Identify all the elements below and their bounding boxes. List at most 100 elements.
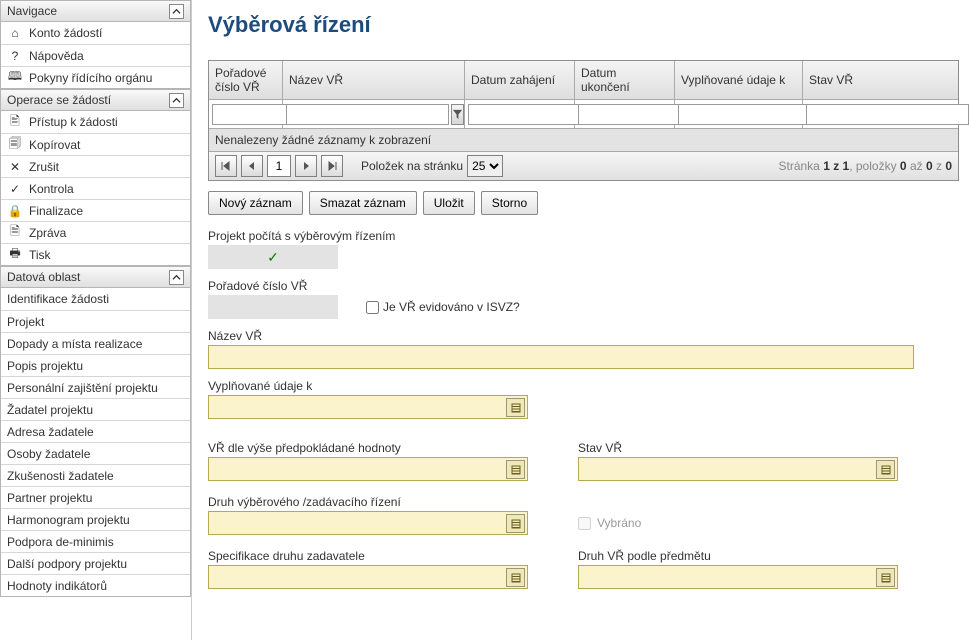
- collapse-icon[interactable]: [169, 4, 184, 19]
- save-button[interactable]: Uložit: [423, 191, 475, 215]
- type-input[interactable]: [208, 511, 528, 535]
- nav-item[interactable]: Žadatel projektu: [1, 398, 190, 420]
- filter-state[interactable]: [806, 104, 969, 125]
- nav-item[interactable]: 🖶 Tisk: [1, 243, 190, 265]
- nav-item[interactable]: ✕ Zrušit: [1, 155, 190, 177]
- nav-item-label: Hodnoty indikátorů: [7, 579, 107, 593]
- nav-item[interactable]: Projekt: [1, 310, 190, 332]
- nav-item[interactable]: Harmonogram projektu: [1, 508, 190, 530]
- nav-item-icon: ✕: [7, 160, 23, 174]
- col-header-seq[interactable]: Pořadové číslo VŘ: [209, 61, 283, 99]
- height-label: VŘ dle výše předpokládané hodnoty: [208, 441, 528, 455]
- subject-label: Druh VŘ podle předmětu: [578, 549, 898, 563]
- nav-item[interactable]: Identifikace žádosti: [1, 288, 190, 310]
- new-record-button[interactable]: Nový záznam: [208, 191, 303, 215]
- nav-item-icon: 🖶: [7, 244, 23, 265]
- filter-name[interactable]: [286, 104, 449, 125]
- page-title: Výběrová řízení: [208, 12, 959, 38]
- height-input[interactable]: [208, 457, 528, 481]
- pager-info: Stránka 1 z 1, položky 0 až 0 z 0: [779, 159, 953, 173]
- isvz-checkbox[interactable]: [366, 301, 379, 314]
- pager-per-page-label: Položek na stránku: [361, 159, 463, 173]
- subject-input[interactable]: [578, 565, 898, 589]
- subject-picker-icon[interactable]: [876, 568, 895, 587]
- isvz-checkbox-wrapper[interactable]: Je VŘ evidováno v ISVZ?: [366, 300, 520, 314]
- filter-btn-name[interactable]: [451, 104, 464, 125]
- nav-item[interactable]: Popis projektu: [1, 354, 190, 376]
- nav-group-list: Identifikace žádosti Projekt Dopady a míst…: [0, 288, 191, 597]
- pager-last[interactable]: [321, 155, 343, 177]
- pager-prev[interactable]: [241, 155, 263, 177]
- nav-item[interactable]: ⌂ Konto žádostí: [1, 22, 190, 44]
- type-picker-icon[interactable]: [506, 514, 525, 533]
- nav-item-label: Přístup k žádosti: [29, 115, 118, 129]
- cancel-button[interactable]: Storno: [481, 191, 538, 215]
- state-input[interactable]: [578, 457, 898, 481]
- data-picker-icon[interactable]: [506, 398, 525, 417]
- nav-item-label: Adresa žadatele: [7, 425, 94, 439]
- nav-item-label: Zrušit: [29, 160, 59, 174]
- name-input[interactable]: [208, 345, 914, 369]
- selected-checkbox: [578, 517, 591, 530]
- nav-group-header[interactable]: Operace se žádostí: [0, 89, 191, 111]
- nav-item[interactable]: 🖹 Přístup k žádosti: [1, 111, 190, 133]
- collapse-icon[interactable]: [169, 93, 184, 108]
- spec-picker-icon[interactable]: [506, 568, 525, 587]
- col-header-start[interactable]: Datum zahájení: [465, 61, 575, 99]
- nav-item-icon: 🖹: [7, 112, 23, 133]
- nav-item-label: Projekt: [7, 315, 44, 329]
- height-picker-icon[interactable]: [506, 460, 525, 479]
- nav-item[interactable]: 🗐Kopírovat: [1, 133, 190, 155]
- proc-value: ✓: [208, 245, 338, 269]
- nav-item[interactable]: Hodnoty indikátorů: [1, 574, 190, 596]
- grid-empty-text: Nenalezeny žádné záznamy k zobrazení: [209, 129, 958, 152]
- pager-page-input[interactable]: [267, 155, 291, 177]
- nav-item-icon: ⌂: [7, 26, 23, 40]
- data-label: Vyplňované údaje k: [208, 379, 959, 393]
- nav-item-label: Zkušenosti žadatele: [7, 469, 114, 483]
- nav-item-label: Konto žádostí: [29, 26, 102, 40]
- nav-item[interactable]: ✓Kontrola: [1, 177, 190, 199]
- data-input[interactable]: [208, 395, 528, 419]
- nav-item[interactable]: Zkušenosti žadatele: [1, 464, 190, 486]
- nav-group-header[interactable]: Datová oblast: [0, 266, 191, 288]
- nav-item-icon: 🗐: [7, 134, 23, 155]
- nav-item-label: Partner projektu: [7, 491, 92, 505]
- col-header-name[interactable]: Název VŘ: [283, 61, 465, 99]
- nav-item[interactable]: Dopady a místa realizace: [1, 332, 190, 354]
- nav-item-label: Identifikace žádosti: [7, 292, 109, 306]
- nav-item-label: Tisk: [29, 248, 51, 262]
- selected-checkbox-wrapper: Vybráno: [578, 511, 641, 535]
- nav-item-label: Pokyny řídícího orgánu: [29, 71, 152, 85]
- proc-label: Projekt počítá s výběrovým řízením: [208, 229, 959, 243]
- grid-filter-row: [209, 100, 958, 129]
- pager-first[interactable]: [215, 155, 237, 177]
- nav-item[interactable]: Personální zajištění projektu: [1, 376, 190, 398]
- nav-item[interactable]: Adresa žadatele: [1, 420, 190, 442]
- nav-item[interactable]: ?Nápověda: [1, 44, 190, 66]
- nav-item[interactable]: Podpora de-minimis: [1, 530, 190, 552]
- nav-item-icon: ✓: [7, 182, 23, 196]
- delete-record-button[interactable]: Smazat záznam: [309, 191, 417, 215]
- nav-group-header[interactable]: Navigace: [0, 0, 191, 22]
- collapse-icon[interactable]: [169, 270, 184, 285]
- nav-item-label: Personální zajištění projektu: [7, 381, 158, 395]
- state-picker-icon[interactable]: [876, 460, 895, 479]
- nav-item[interactable]: 🗎Zpráva: [1, 221, 190, 243]
- seq-value: [208, 295, 338, 319]
- nav-item[interactable]: 🕮Pokyny řídícího orgánu: [1, 66, 190, 88]
- pager-next[interactable]: [295, 155, 317, 177]
- type-label: Druh výběrového /zadávacího řízení: [208, 495, 528, 509]
- spec-input[interactable]: [208, 565, 528, 589]
- selected-label: Vybráno: [597, 516, 641, 530]
- col-header-end[interactable]: Datum ukončení: [575, 61, 675, 99]
- nav-item[interactable]: Osoby žadatele: [1, 442, 190, 464]
- spec-label: Specifikace druhu zadavatele: [208, 549, 528, 563]
- nav-item[interactable]: 🔒Finalizace: [1, 199, 190, 221]
- pager-per-page[interactable]: 25: [467, 155, 503, 177]
- nav-item-label: Žadatel projektu: [7, 403, 93, 417]
- nav-item[interactable]: Partner projektu: [1, 486, 190, 508]
- col-header-data[interactable]: Vyplňované údaje k: [675, 61, 803, 99]
- nav-item[interactable]: Další podpory projektu: [1, 552, 190, 574]
- col-header-state[interactable]: Stav VŘ: [803, 61, 958, 99]
